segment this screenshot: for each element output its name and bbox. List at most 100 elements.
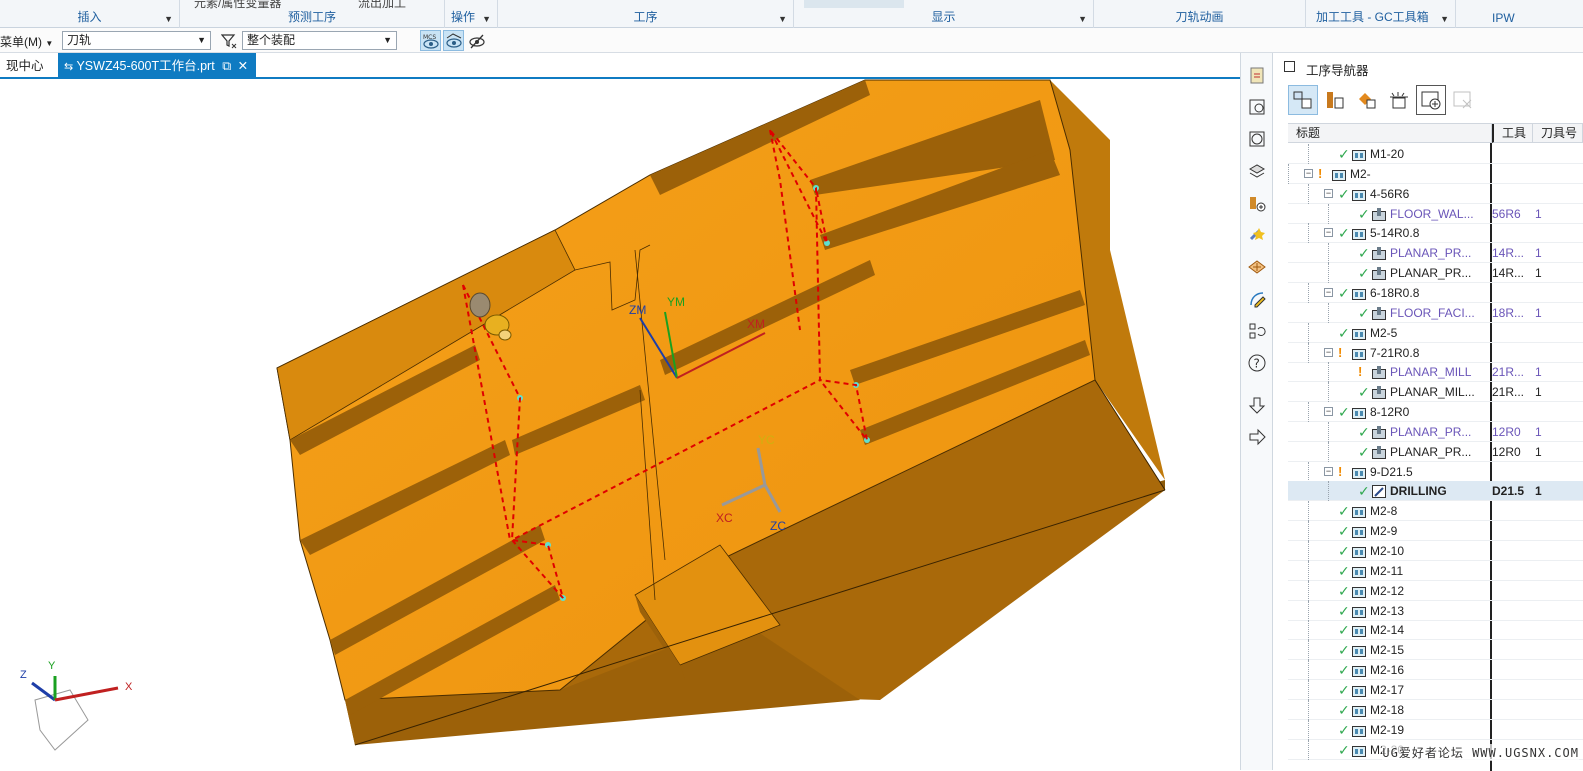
program-node[interactable]: −! 7-21R0.8 bbox=[1288, 342, 1583, 363]
node-tool-number: 1 bbox=[1535, 305, 1542, 320]
operation-node[interactable]: ✓ PLANAR_PR... 12R0 1 bbox=[1288, 441, 1583, 462]
machine-tool-view-icon[interactable] bbox=[1320, 85, 1350, 115]
collapse-toggle[interactable]: − bbox=[1324, 466, 1333, 476]
complete-status-icon: ✓ bbox=[1338, 721, 1350, 738]
complete-status-icon: ✓ bbox=[1338, 543, 1350, 559]
collapse-toggle[interactable]: − bbox=[1304, 168, 1313, 178]
wcs-yc-label: YC bbox=[758, 433, 775, 447]
ribbon-group-gc-toolbox[interactable]: 加工工具 - GC工具箱 ▼ bbox=[1306, 0, 1456, 28]
collapse-toggle[interactable]: − bbox=[1324, 347, 1333, 357]
operation-node[interactable]: ✓ PLANAR_PR... 14R... 1 bbox=[1288, 243, 1583, 264]
operation-node[interactable]: ✓ FLOOR_FACI... 18R... 1 bbox=[1288, 302, 1583, 323]
mcs-display-icon[interactable]: MCS bbox=[420, 30, 441, 51]
node-name: PLANAR_PR... bbox=[1390, 266, 1472, 281]
program-node[interactable]: − ✓ 4-56R6 bbox=[1288, 183, 1583, 204]
mcs-xm-label: XM bbox=[747, 317, 765, 331]
chevron-down-icon[interactable]: ▼ bbox=[482, 14, 491, 24]
collapse-toggle[interactable]: − bbox=[1324, 188, 1333, 198]
collapse-toggle[interactable]: − bbox=[1324, 287, 1333, 297]
program-node[interactable]: ✓ M1-20 bbox=[1288, 144, 1583, 164]
tab-part-file[interactable]: ⇆ YSWZ45-600T工作台.prt ⧉ ✕ bbox=[58, 53, 256, 79]
complete-status-icon: ✓ bbox=[1338, 284, 1350, 301]
part-model[interactable]: ZM YM XM YC XC ZC Z Y X bbox=[0, 79, 1240, 770]
ribbon-group-display[interactable]: 显示 ▼ bbox=[794, 0, 1094, 28]
triad-x-label: X bbox=[125, 681, 133, 693]
operation-node[interactable]: ✓ DRILLING D21.5 1 bbox=[1288, 481, 1583, 502]
program-node[interactable]: −! M2- bbox=[1288, 163, 1583, 184]
selection-scope-select[interactable]: 整个装配 ▼ bbox=[242, 31, 397, 50]
ribbon-group-insert[interactable]: 插入 ▼ bbox=[0, 0, 180, 28]
chevron-down-icon[interactable]: ▼ bbox=[778, 14, 787, 24]
program-node[interactable]: ✓ M2-11 bbox=[1288, 560, 1583, 581]
arrow-right-icon[interactable] bbox=[1245, 425, 1269, 449]
operation-navigator-icon[interactable] bbox=[1245, 191, 1269, 215]
view-triad[interactable]: Z Y X bbox=[20, 660, 133, 751]
program-node[interactable]: ✓ M2-10 bbox=[1288, 541, 1583, 561]
program-node[interactable]: ✓ M2-16 bbox=[1288, 660, 1583, 681]
complete-status-icon: ✓ bbox=[1338, 225, 1350, 242]
program-node[interactable]: ✓ M2-15 bbox=[1288, 640, 1583, 661]
machine-tool-navigator-icon[interactable] bbox=[1245, 223, 1269, 247]
program-node[interactable]: ✓ M2-12 bbox=[1288, 580, 1583, 601]
column-header-tool[interactable]: 工具 bbox=[1492, 124, 1533, 143]
constraint-navigator-icon[interactable] bbox=[1245, 95, 1269, 119]
assembly-navigator-icon[interactable] bbox=[1245, 63, 1269, 87]
column-header-tool-number[interactable]: 刀具号 bbox=[1533, 124, 1583, 143]
reuse-library-icon[interactable] bbox=[1245, 159, 1269, 183]
show-toolpath-icon[interactable] bbox=[443, 30, 464, 51]
ribbon-group-operation[interactable]: 操作 ▼ bbox=[445, 0, 498, 28]
program-node[interactable]: ✓ M2-17 bbox=[1288, 679, 1583, 700]
program-node[interactable]: − ✓ 5-14R0.8 bbox=[1288, 223, 1583, 244]
operation-node[interactable]: ✓ PLANAR_MIL... 21R... 1 bbox=[1288, 382, 1583, 403]
delete-program-icon[interactable] bbox=[1448, 85, 1478, 115]
program-order-view-icon[interactable] bbox=[1288, 85, 1318, 115]
chevron-down-icon[interactable]: ▼ bbox=[1078, 14, 1087, 24]
operation-node[interactable]: ✓ PLANAR_PR... 14R... 1 bbox=[1288, 263, 1583, 284]
program-node[interactable]: ✓ M2-13 bbox=[1288, 600, 1583, 621]
operation-node[interactable]: ✓ PLANAR_PR... 12R0 1 bbox=[1288, 421, 1583, 442]
ribbon-group-label: IPW bbox=[1492, 11, 1515, 25]
program-folder-icon bbox=[1352, 683, 1366, 697]
create-program-icon[interactable] bbox=[1416, 85, 1446, 115]
navigator-pin-icon[interactable] bbox=[1284, 61, 1295, 72]
menu-button[interactable]: 菜单(M) ▼ bbox=[0, 33, 53, 50]
filter-icon[interactable] bbox=[218, 30, 239, 51]
program-node[interactable]: ✓ M2-8 bbox=[1288, 501, 1583, 522]
program-node[interactable]: −! 9-D21.5 bbox=[1288, 461, 1583, 482]
ribbon-group-toolpath-animation[interactable]: 刀轨动画 bbox=[1094, 0, 1306, 28]
column-header-title[interactable]: 标题 bbox=[1288, 124, 1492, 143]
chevron-down-icon[interactable]: ▼ bbox=[164, 14, 173, 24]
ribbon-group-predict[interactable]: 元素/属性变量器 流出加工 预测工序 bbox=[180, 0, 445, 28]
operation-node[interactable]: ! PLANAR_MILL 21R... 1 bbox=[1288, 362, 1583, 383]
collapse-toggle[interactable]: − bbox=[1324, 228, 1333, 238]
ribbon-group-process[interactable]: 工序 ▼ bbox=[498, 0, 794, 28]
web-browser-icon[interactable] bbox=[1245, 255, 1269, 279]
part-navigator-icon[interactable] bbox=[1245, 127, 1269, 151]
program-node[interactable]: ✓ M2-5 bbox=[1288, 322, 1583, 343]
graphics-viewport[interactable]: ZM YM XM YC XC ZC Z Y X bbox=[0, 79, 1240, 770]
ribbon-group-ipw[interactable]: IPW bbox=[1456, 0, 1583, 28]
hide-toolpath-icon[interactable] bbox=[466, 30, 487, 51]
arrow-down-icon[interactable] bbox=[1245, 393, 1269, 417]
node-name: PLANAR_PR... bbox=[1390, 424, 1472, 439]
operation-node[interactable]: ✓ FLOOR_WAL... 56R6 1 bbox=[1288, 203, 1583, 224]
type-filter-select[interactable]: 刀轨 ▼ bbox=[62, 31, 211, 50]
program-node[interactable]: ✓ M2-14 bbox=[1288, 620, 1583, 641]
program-node[interactable]: ✓ M2-18 bbox=[1288, 699, 1583, 720]
program-node[interactable]: − ✓ 8-12R0 bbox=[1288, 402, 1583, 423]
popout-icon[interactable]: ⧉ bbox=[222, 59, 231, 73]
chevron-down-icon[interactable]: ▼ bbox=[1440, 14, 1449, 24]
collapse-toggle[interactable]: − bbox=[1324, 407, 1333, 417]
program-node[interactable]: ✓ M2-9 bbox=[1288, 521, 1583, 542]
tab-reuse-center[interactable]: 现中心 bbox=[0, 53, 56, 79]
operation-navigator: 工序导航器 标题 工具 刀具号 ✓ M1-20−! M2- − ✓ 4-56R6 ✓ FLOO… bbox=[1274, 53, 1583, 771]
program-node[interactable]: ✓ M2-19 bbox=[1288, 719, 1583, 740]
program-node[interactable]: − ✓ 6-18R0.8 bbox=[1288, 282, 1583, 303]
history-icon[interactable] bbox=[1245, 287, 1269, 311]
process-studio-icon[interactable] bbox=[1245, 319, 1269, 343]
geometry-view-icon[interactable] bbox=[1352, 85, 1382, 115]
help-icon[interactable]: ? bbox=[1245, 351, 1269, 375]
node-name: 4-56R6 bbox=[1370, 186, 1410, 201]
close-icon[interactable]: ✕ bbox=[238, 59, 248, 73]
machining-method-view-icon[interactable] bbox=[1384, 85, 1414, 115]
